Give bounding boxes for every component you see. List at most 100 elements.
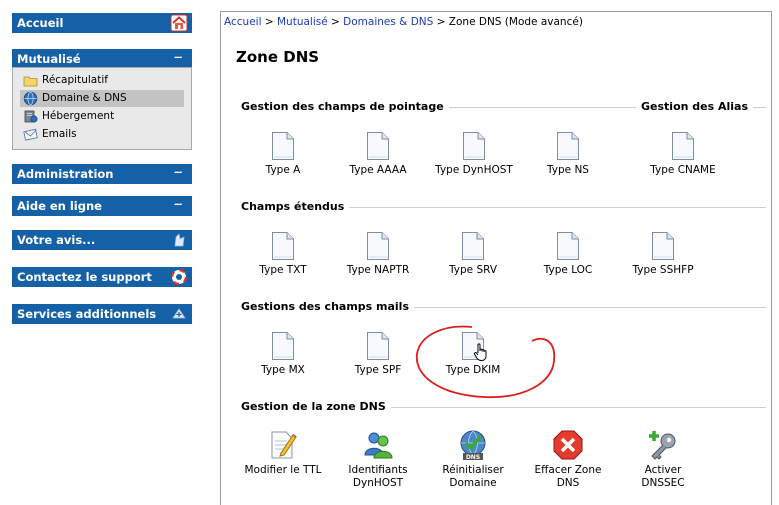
record-label: Type MX [261, 364, 305, 376]
section-mails: Gestions des champs mails [236, 300, 766, 314]
sidebar-avis[interactable]: Votre avis... [12, 230, 192, 250]
action-label: Effacer Zone [534, 464, 602, 476]
record-label: Type AAAA [349, 164, 407, 176]
record-label: Type SRV [448, 264, 498, 276]
document-icon [271, 331, 295, 361]
sidebar-home[interactable]: Accueil [12, 13, 192, 33]
record-type-aaaa[interactable]: Type AAAA [323, 131, 433, 177]
sidebar-mutualise-menu: Récapitulatif Domaine & DNS Hébergement … [12, 67, 192, 150]
record-type-txt[interactable]: Type TXT [228, 231, 338, 277]
section-title: Gestion des champs de pointage [236, 100, 449, 113]
document-icon [271, 131, 295, 161]
document-icon [556, 131, 580, 161]
document-icon [651, 231, 675, 261]
record-type-cname[interactable]: Type CNAME [628, 131, 738, 177]
action-label: Modifier le TTL [244, 464, 322, 476]
reinitialiser-domaine-button[interactable]: DNS Réinitialiser Domaine [418, 429, 528, 490]
users-icon [364, 432, 393, 459]
record-type-ns[interactable]: Type NS [513, 131, 623, 177]
sidebar-avis-label: Votre avis... [17, 233, 96, 247]
sidebar-item-emails[interactable]: Emails [20, 126, 184, 143]
section-pointage: Gestion des champs de pointage Gestion d… [236, 100, 766, 114]
sidebar-item-hebergement[interactable]: Hébergement [20, 108, 184, 125]
breadcrumb-home-link[interactable]: Accueil [224, 16, 262, 28]
delete-x-icon [553, 430, 583, 460]
sidebar-support-label: Contactez le support [17, 270, 152, 284]
house-icon [170, 14, 188, 32]
modifier-ttl-button[interactable]: Modifier le TTL [228, 429, 338, 477]
record-label: Type SSHFP [632, 264, 694, 276]
page-title: Zone DNS [236, 48, 320, 66]
action-label: DNSSEC [641, 477, 685, 489]
edit-pencil-icon [271, 431, 297, 459]
key-plus-icon [649, 431, 676, 460]
document-icon [271, 231, 295, 261]
action-label: Identifiants [348, 464, 408, 476]
record-type-loc[interactable]: Type LOC [513, 231, 623, 277]
breadcrumb: Accueil > Mutualisé > Domaines & DNS > Z… [224, 16, 583, 28]
breadcrumb-separator: > [433, 16, 449, 28]
dns-badge-text: DNS [466, 454, 480, 461]
dns-globe-check-icon: DNS [460, 430, 486, 461]
section-title: Gestion de la zone DNS [236, 400, 391, 413]
sidebar-services[interactable]: Services additionnels [12, 304, 192, 324]
section-title-alias: Gestion des Alias [636, 100, 754, 113]
effacer-zone-button[interactable]: Effacer Zone DNS [513, 429, 623, 490]
envelope-icon [23, 128, 38, 141]
record-type-naptr[interactable]: Type NAPTR [323, 231, 433, 277]
record-label: Type DynHOST [435, 164, 513, 176]
sidebar-mutualise-label: Mutualisé [17, 52, 81, 66]
record-label: Type NAPTR [346, 264, 410, 276]
folder-icon [23, 76, 38, 87]
document-icon [461, 231, 485, 261]
sidebar-item-recapitulatif[interactable]: Récapitulatif [20, 72, 184, 89]
record-label: Type SPF [354, 364, 402, 376]
sidebar-item-label: Hébergement [42, 110, 115, 122]
breadcrumb-separator: > [261, 16, 277, 28]
collapse-icon[interactable]: − [173, 50, 183, 64]
breadcrumb-mutualise-link[interactable]: Mutualisé [277, 16, 328, 28]
record-type-mx[interactable]: Type MX [228, 331, 338, 377]
record-label: Type CNAME [650, 164, 716, 176]
collapse-icon[interactable]: − [173, 165, 183, 179]
record-type-srv[interactable]: Type SRV [418, 231, 528, 277]
plus-services-icon [172, 308, 186, 319]
sidebar-administration[interactable]: Administration − [12, 164, 192, 184]
breadcrumb-separator: > [327, 16, 344, 28]
sidebar-mutualise[interactable]: Mutualisé − [12, 49, 192, 69]
record-label: Type LOC [543, 264, 593, 276]
record-type-sshfp[interactable]: Type SSHFP [608, 231, 718, 277]
sidebar-support[interactable]: Contactez le support [12, 267, 192, 287]
record-label: Type A [265, 164, 301, 176]
sidebar-item-label: Domaine & DNS [42, 92, 127, 104]
record-type-a[interactable]: Type A [228, 131, 338, 177]
section-title: Gestions des champs mails [236, 300, 415, 313]
action-label: Réinitialiser [442, 464, 504, 476]
document-icon [366, 331, 390, 361]
sidebar-item-label: Emails [42, 128, 77, 140]
sidebar-home-label: Accueil [17, 16, 64, 30]
server-icon [24, 110, 38, 123]
identifiants-dynhost-button[interactable]: Identifiants DynHOST [323, 429, 433, 490]
document-icon [462, 131, 486, 161]
action-label: DynHOST [352, 477, 404, 489]
document-icon [366, 231, 390, 261]
action-label: DNS [556, 477, 580, 489]
record-label: Type NS [547, 164, 589, 176]
sidebar-item-label: Récapitulatif [42, 74, 108, 86]
document-icon [366, 131, 390, 161]
breadcrumb-domaines-link[interactable]: Domaines & DNS [343, 16, 433, 28]
document-icon [671, 131, 695, 161]
section-zone: Gestion de la zone DNS [236, 400, 766, 414]
sidebar-administration-label: Administration [17, 167, 114, 181]
action-label: Domaine [449, 477, 497, 489]
collapse-icon[interactable]: − [173, 197, 183, 211]
record-label: Type TXT [259, 264, 307, 276]
section-title: Champs étendus [236, 200, 350, 213]
sidebar-aide[interactable]: Aide en ligne − [12, 196, 192, 216]
sidebar-item-domaine-dns[interactable]: Domaine & DNS [20, 90, 184, 107]
breadcrumb-current: Zone DNS (Mode avancé) [448, 16, 583, 28]
sidebar-aide-label: Aide en ligne [17, 199, 102, 213]
action-label: Activer [644, 464, 682, 476]
activer-dnssec-button[interactable]: Activer DNSSEC [608, 429, 718, 490]
